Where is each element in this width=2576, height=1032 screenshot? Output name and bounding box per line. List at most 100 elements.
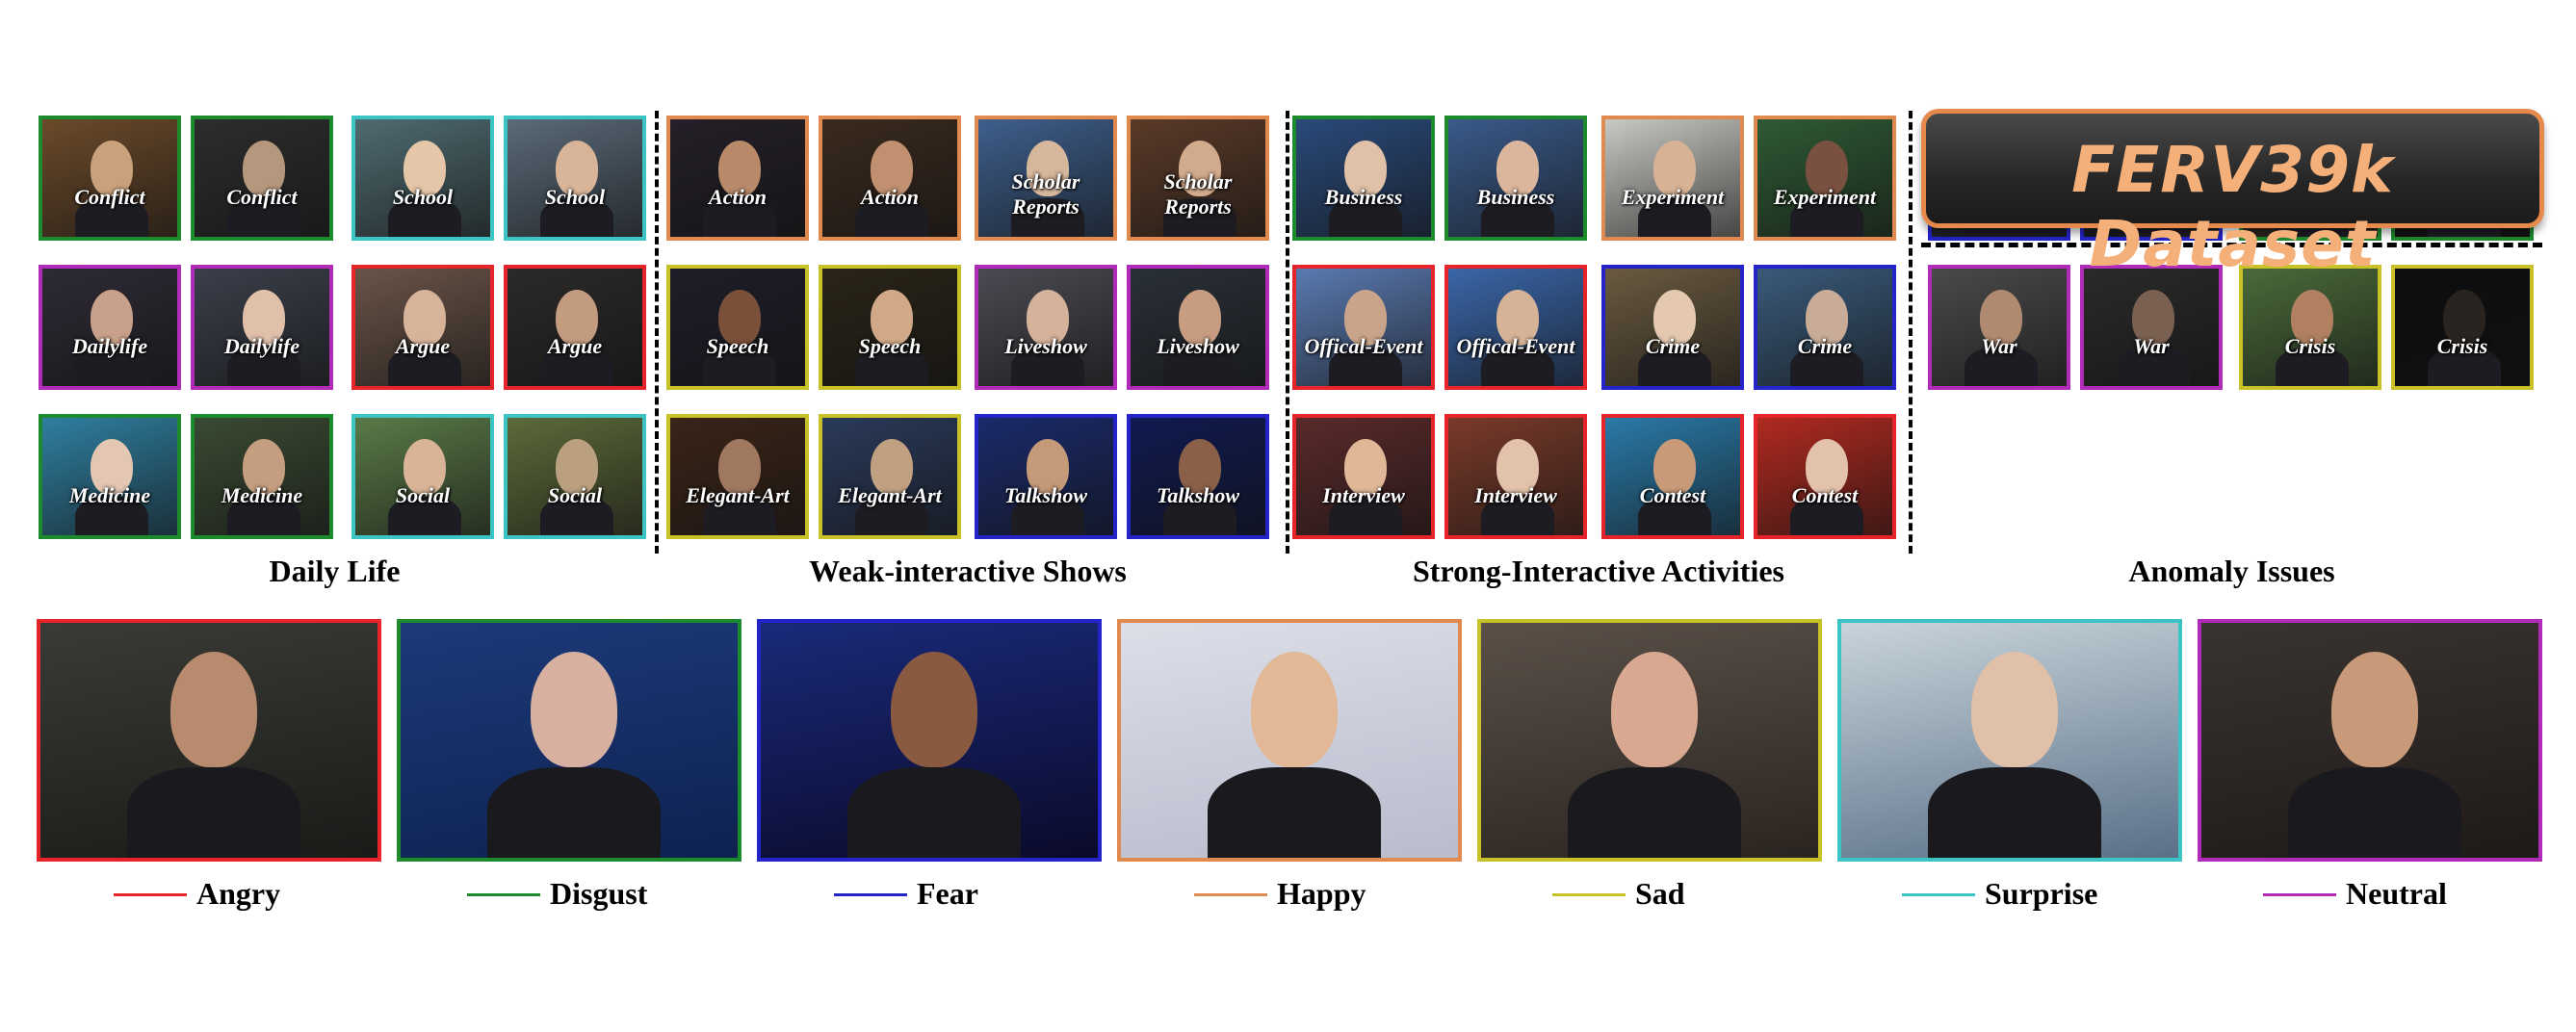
person-silhouette bbox=[127, 767, 300, 858]
thumbnail-label: Social bbox=[547, 483, 603, 507]
legend-swatch bbox=[834, 893, 907, 896]
video-thumbnail: Liveshow bbox=[1127, 265, 1269, 390]
thumbnail-label: Medicine bbox=[221, 483, 303, 507]
person-silhouette bbox=[1928, 767, 2101, 858]
face bbox=[531, 652, 617, 767]
video-thumbnail: Medicine bbox=[191, 414, 333, 539]
thumbnail-label: Medicine bbox=[68, 483, 151, 507]
emotion-example-fear bbox=[757, 619, 1102, 862]
thumbnail-label: Argue bbox=[395, 334, 451, 358]
emotion-example-surprise bbox=[1837, 619, 2182, 862]
legend-label: Angry bbox=[196, 876, 281, 911]
thumbnail-label: School bbox=[392, 185, 454, 209]
thumbnail-label: Crisis bbox=[2436, 334, 2488, 358]
thumbnail-label: Speech bbox=[858, 334, 922, 358]
person-silhouette bbox=[487, 767, 661, 858]
video-thumbnail: War bbox=[2080, 265, 2223, 390]
video-thumbnail: Social bbox=[351, 414, 494, 539]
person-silhouette bbox=[847, 767, 1021, 858]
thumbnail-label: Conflict bbox=[74, 185, 145, 209]
video-thumbnail: Interview bbox=[1292, 414, 1435, 539]
thumbnail-label: Contest bbox=[1791, 483, 1859, 507]
thumbnail-label: Conflict bbox=[226, 185, 298, 209]
thumbnail-label: Offical-Event bbox=[1456, 334, 1575, 358]
person-silhouette bbox=[1208, 767, 1381, 858]
video-thumbnail: War bbox=[1928, 265, 2070, 390]
video-thumbnail: School bbox=[504, 116, 646, 241]
video-thumbnail: Scholar Reports bbox=[975, 116, 1117, 241]
video-thumbnail: Elegant-Art bbox=[819, 414, 961, 539]
video-thumbnail: Business bbox=[1444, 116, 1587, 241]
thumbnail-label: Scholar Reports bbox=[1011, 169, 1080, 219]
thumbnail-label: Experiment bbox=[1773, 185, 1877, 209]
video-thumbnail: Social bbox=[504, 414, 646, 539]
category-title-weak-interactive: Weak-interactive Shows bbox=[809, 554, 1127, 588]
emotion-example-sad bbox=[1477, 619, 1822, 862]
legend-swatch bbox=[1902, 893, 1975, 896]
video-thumbnail: Speech bbox=[819, 265, 961, 390]
legend-swatch bbox=[2263, 893, 2336, 896]
legend-label: Fear bbox=[917, 876, 978, 911]
thumbnail-label: Crisis bbox=[2284, 334, 2336, 358]
legend-label: Happy bbox=[1277, 876, 1366, 911]
dataset-badge: FERV39k Dataset bbox=[1921, 109, 2544, 281]
thumbnail-label: Social bbox=[395, 483, 451, 507]
video-thumbnail: Conflict bbox=[191, 116, 333, 241]
thumbnail-label: Elegant-Art bbox=[686, 483, 790, 507]
thumbnail-label: Interview bbox=[1474, 483, 1557, 507]
face bbox=[1971, 652, 2058, 767]
thumbnail-label: Talkshow bbox=[1156, 483, 1239, 507]
video-thumbnail: Dailylife bbox=[191, 265, 333, 390]
category-title-anomaly: Anomaly Issues bbox=[2128, 554, 2335, 588]
person-silhouette bbox=[2288, 767, 2461, 858]
face bbox=[170, 652, 257, 767]
video-thumbnail: Talkshow bbox=[975, 414, 1117, 539]
thumbnail-label: Liveshow bbox=[1004, 334, 1087, 358]
video-thumbnail: Crisis bbox=[2239, 265, 2381, 390]
emotion-example-disgust bbox=[397, 619, 742, 862]
video-thumbnail: Conflict bbox=[39, 116, 181, 241]
video-thumbnail: Action bbox=[819, 116, 961, 241]
legend-label: Neutral bbox=[2346, 876, 2447, 911]
legend-label: Disgust bbox=[550, 876, 648, 911]
thumbnail-label: Liveshow bbox=[1157, 334, 1239, 358]
category-title-daily-life: Daily Life bbox=[269, 554, 401, 588]
video-thumbnail: Dailylife bbox=[39, 265, 181, 390]
thumbnail-label: Dailylife bbox=[223, 334, 300, 358]
video-thumbnail: Action bbox=[666, 116, 809, 241]
video-thumbnail: Contest bbox=[1601, 414, 1744, 539]
category-title-strong-interactive: Strong-Interactive Activities bbox=[1413, 554, 1784, 588]
thumbnail-label: Scholar Reports bbox=[1163, 169, 1233, 219]
legend-label: Sad bbox=[1635, 876, 1685, 911]
face bbox=[891, 652, 977, 767]
thumbnail-label: Crime bbox=[1797, 334, 1853, 358]
thumbnail-label: Crime bbox=[1645, 334, 1701, 358]
emotion-example-happy bbox=[1117, 619, 1462, 862]
section-separator-1 bbox=[655, 111, 659, 554]
video-thumbnail: Offical-Event bbox=[1292, 265, 1435, 390]
video-thumbnail: Interview bbox=[1444, 414, 1587, 539]
video-thumbnail: Liveshow bbox=[975, 265, 1117, 390]
face bbox=[1611, 652, 1698, 767]
video-thumbnail: Business bbox=[1292, 116, 1435, 241]
video-thumbnail: Speech bbox=[666, 265, 809, 390]
video-thumbnail: Offical-Event bbox=[1444, 265, 1587, 390]
thumbnail-label: War bbox=[1981, 334, 2017, 358]
video-thumbnail: Crime bbox=[1601, 265, 1744, 390]
legend-swatch bbox=[1194, 893, 1267, 896]
thumbnail-label: War bbox=[2133, 334, 2170, 358]
video-thumbnail: Elegant-Art bbox=[666, 414, 809, 539]
thumbnail-label: Speech bbox=[706, 334, 769, 358]
thumbnail-label: Business bbox=[1324, 185, 1403, 209]
emotion-example-angry bbox=[37, 619, 381, 862]
legend-swatch bbox=[467, 893, 540, 896]
thumbnail-label: Experiment bbox=[1621, 185, 1725, 209]
thumbnail-label: Dailylife bbox=[71, 334, 148, 358]
section-separator-2 bbox=[1286, 111, 1289, 554]
thumbnail-label: Business bbox=[1476, 185, 1555, 209]
video-thumbnail: Contest bbox=[1754, 414, 1896, 539]
video-thumbnail: Talkshow bbox=[1127, 414, 1269, 539]
video-thumbnail: Experiment bbox=[1601, 116, 1744, 241]
emotion-example-neutral bbox=[2198, 619, 2542, 862]
face bbox=[1251, 652, 1338, 767]
